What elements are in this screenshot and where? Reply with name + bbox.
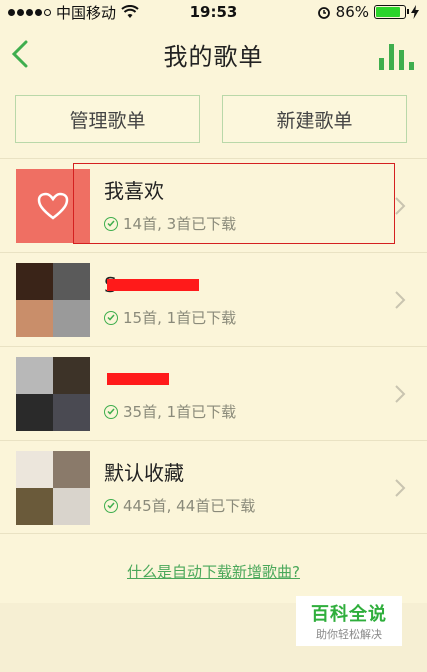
album-thumb: [53, 451, 90, 488]
status-left: 中国移动: [8, 2, 139, 23]
album-thumb: [16, 263, 53, 300]
action-buttons: 管理歌单 新建歌单: [15, 95, 407, 143]
playlist-subtitle: 15首, 1首已下载: [104, 307, 236, 328]
heart-icon: [37, 192, 69, 220]
downloaded-check-icon: [104, 310, 118, 325]
status-bar: 中国移动 19:53 86%: [0, 0, 427, 24]
auto-download-help-link[interactable]: 什么是自动下载新增歌曲?: [0, 561, 427, 582]
album-thumb: [16, 357, 53, 394]
playlist-title: [104, 365, 236, 393]
equalizer-icon: [379, 58, 384, 70]
chevron-right-icon: [395, 291, 406, 309]
new-playlist-button[interactable]: 新建歌单: [222, 95, 407, 143]
downloaded-check-icon: [104, 498, 118, 513]
downloaded-check-icon: [104, 216, 118, 231]
playlist-subtitle: 445首, 44首已下载: [104, 495, 255, 516]
chevron-right-icon: [395, 197, 406, 215]
chevron-right-icon: [395, 385, 406, 403]
playlist-item-default[interactable]: 默认收藏 445首, 44首已下载: [0, 440, 427, 534]
playlist-cover: [16, 357, 90, 431]
manage-playlists-button[interactable]: 管理歌单: [15, 95, 200, 143]
nav-bar: 我的歌单: [0, 24, 427, 84]
album-thumb: [16, 488, 53, 525]
signal-icon: [8, 8, 51, 16]
playlist-title: 我喜欢: [104, 179, 164, 203]
playlist-cover: [16, 263, 90, 337]
redaction-bar: [107, 373, 169, 385]
playlist-item-3[interactable]: 35首, 1首已下载: [0, 346, 427, 440]
album-thumb: [16, 451, 53, 488]
chevron-right-icon: [395, 479, 406, 497]
playlist-subtitle: 35首, 1首已下载: [104, 401, 236, 422]
album-thumb: [53, 488, 90, 525]
battery-fill: [376, 7, 401, 17]
back-button[interactable]: [6, 36, 34, 72]
page-title: 我的歌单: [163, 42, 264, 71]
playlist-title: S: [104, 271, 236, 299]
alarm-icon: [317, 7, 330, 19]
wifi-icon: [121, 5, 139, 18]
album-thumb: [53, 263, 90, 300]
playlist-item-favorites[interactable]: 我喜欢 14首, 3首已下载: [0, 158, 427, 252]
playlist-text: 默认收藏 445首, 44首已下载: [104, 459, 255, 516]
downloaded-check-icon: [104, 404, 118, 419]
playlist-count: 35首, 1首已下载: [123, 403, 237, 421]
playlist-count: 445首, 44首已下载: [123, 497, 256, 515]
album-thumb: [53, 394, 90, 431]
playlist-count: 15首, 1首已下载: [123, 309, 237, 327]
watermark-subtitle: 助你轻松解决: [316, 628, 382, 641]
album-thumb: [53, 357, 90, 394]
playlist-cover: [16, 451, 90, 525]
equalizer-button[interactable]: [379, 40, 415, 70]
playlist-text: 我喜欢 14首, 3首已下载: [104, 177, 236, 234]
charging-icon: [411, 5, 419, 19]
playlist-list: 我喜欢 14首, 3首已下载 S: [0, 158, 427, 534]
playlist-cover: [16, 169, 90, 243]
chevron-left-icon: [11, 40, 28, 68]
playlist-count: 14首, 3首已下载: [123, 215, 237, 233]
watermark-title: 百科全说: [311, 604, 387, 625]
battery-icon: [374, 5, 409, 19]
watermark-logo: 百科全说 助你轻松解决: [296, 596, 402, 646]
playlist-subtitle: 14首, 3首已下载: [104, 213, 236, 234]
redaction-bar: [107, 279, 199, 291]
status-right: 86%: [317, 3, 419, 21]
album-thumb: [16, 300, 53, 337]
battery-percent: 86%: [335, 3, 369, 21]
playlist-title: 默认收藏: [104, 461, 184, 485]
playlist-text: 35首, 1首已下载: [104, 365, 236, 422]
album-thumb: [53, 300, 90, 337]
album-thumb: [16, 394, 53, 431]
playlist-text: S 15首, 1首已下载: [104, 271, 236, 328]
playlist-item-2[interactable]: S 15首, 1首已下载: [0, 252, 427, 346]
carrier-label: 中国移动: [56, 3, 117, 22]
